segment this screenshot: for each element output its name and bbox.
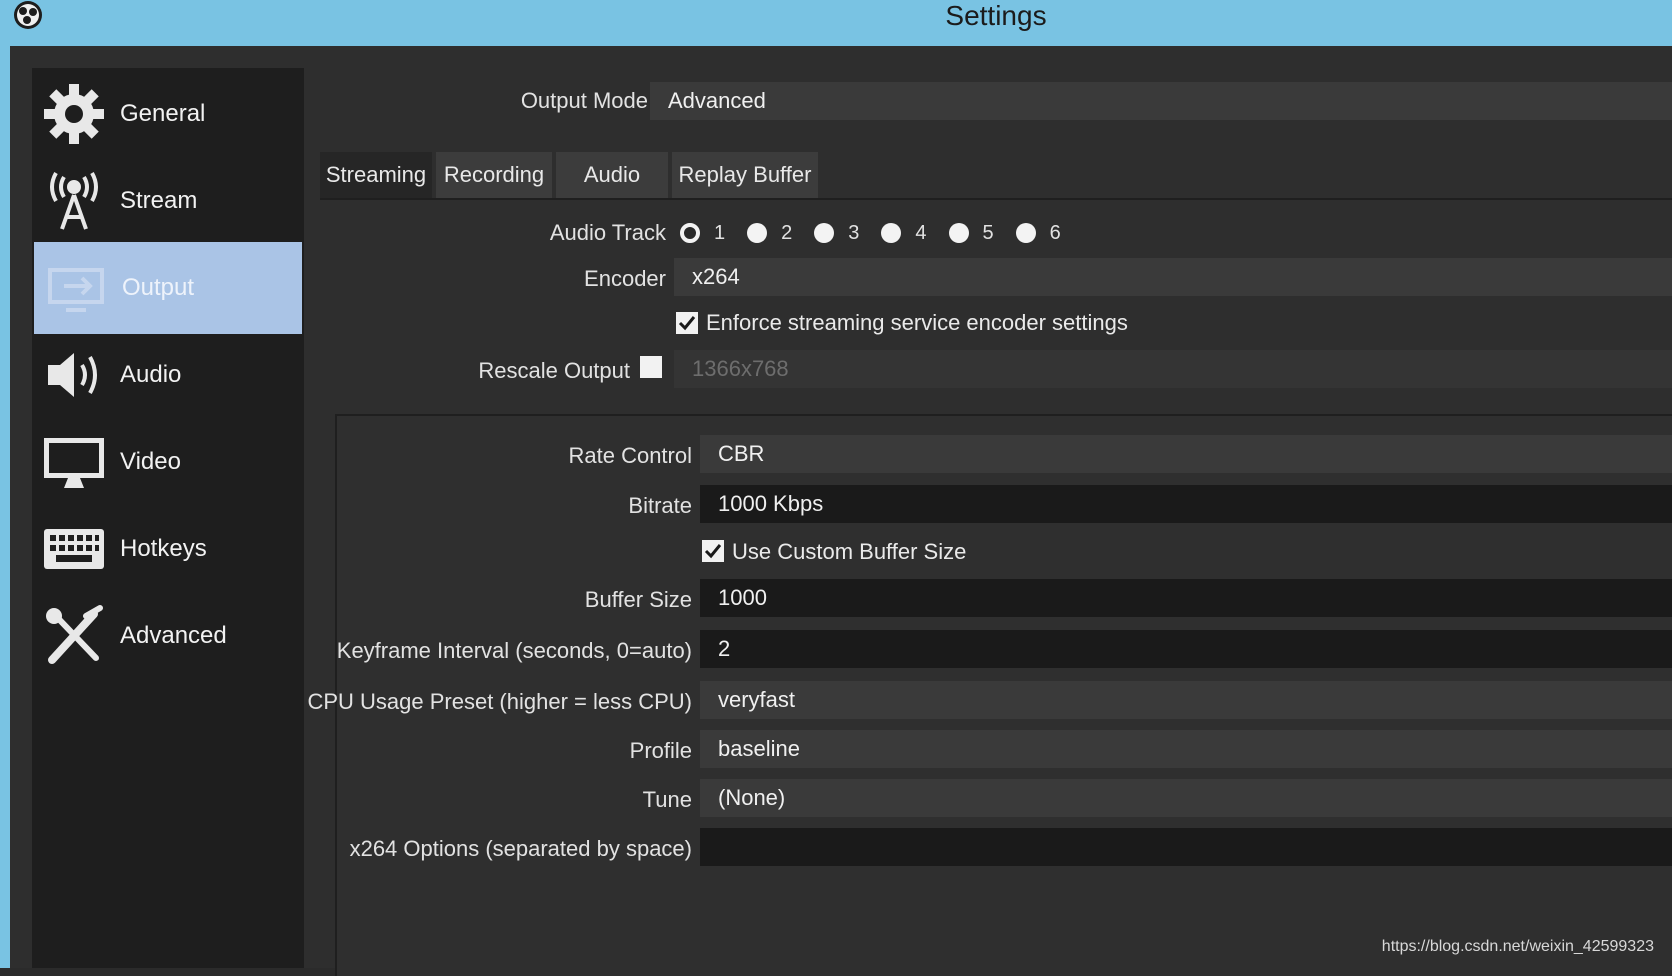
- audio-track-radio-4[interactable]: 4: [881, 222, 927, 245]
- sidebar-item-label: Video: [120, 448, 181, 475]
- bitrate-input[interactable]: 1000 Kbps: [700, 485, 1672, 523]
- gear-icon: [38, 78, 110, 150]
- tools-icon: [38, 600, 110, 672]
- sidebar-item-audio[interactable]: Audio: [32, 329, 304, 421]
- sidebar-item-advanced[interactable]: Advanced: [32, 590, 304, 682]
- window-title: Settings: [945, 0, 1047, 31]
- audio-track-radio-6[interactable]: 6: [1015, 222, 1061, 245]
- encoder-label: Encoder: [584, 266, 666, 291]
- audio-track-radio-group: 1 2 3 4 5 6: [680, 218, 1083, 248]
- audio-track-radio-5[interactable]: 5: [948, 222, 994, 245]
- sidebar-item-label: Hotkeys: [120, 535, 207, 562]
- output-settings-panel: Output Mode Advanced Streaming Recording…: [307, 46, 1672, 976]
- custom-buffer-checkbox[interactable]: [702, 540, 724, 562]
- sidebar-item-label: Audio: [120, 361, 182, 388]
- tab-divider: [320, 198, 1672, 200]
- sidebar-item-hotkeys[interactable]: Hotkeys: [32, 503, 304, 595]
- antenna-icon: [38, 165, 110, 237]
- sidebar-item-label: Output: [122, 274, 195, 301]
- rate-control-select[interactable]: CBR: [700, 435, 1672, 473]
- sidebar-item-video[interactable]: Video: [32, 416, 304, 508]
- tab-streaming[interactable]: Streaming: [320, 152, 432, 198]
- keyboard-icon: [38, 513, 110, 585]
- sidebar-item-label: Advanced: [120, 622, 227, 649]
- tab-audio[interactable]: Audio: [556, 152, 668, 198]
- rate-control-label: Rate Control: [568, 443, 692, 468]
- output-mode-select[interactable]: Advanced: [650, 82, 1672, 120]
- settings-sidebar: General Stream Output Audio Video Hotkey…: [32, 68, 304, 968]
- cpu-preset-label: CPU Usage Preset (higher = less CPU): [307, 689, 692, 714]
- output-icon: [40, 252, 112, 324]
- custom-buffer-label: Use Custom Buffer Size: [732, 539, 967, 564]
- title-bar: Settings: [0, 0, 1672, 46]
- bitrate-label: Bitrate: [628, 493, 692, 518]
- audio-track-radio-1[interactable]: 1: [680, 222, 725, 245]
- buffer-size-label: Buffer Size: [584, 587, 692, 612]
- tab-recording[interactable]: Recording: [436, 152, 552, 198]
- rescale-output-label: Rescale Output: [478, 358, 630, 383]
- output-mode-label: Output Mode: [520, 88, 648, 113]
- tune-label: Tune: [642, 787, 692, 812]
- cpu-preset-select[interactable]: veryfast: [700, 681, 1672, 719]
- encoder-select[interactable]: x264: [674, 258, 1672, 296]
- watermark-text: https://blog.csdn.net/weixin_42599323: [1381, 938, 1654, 955]
- speaker-icon: [38, 339, 110, 411]
- audio-track-radio-3[interactable]: 3: [814, 222, 859, 245]
- monitor-icon: [38, 426, 110, 498]
- rescale-resolution-select[interactable]: 1366x768: [674, 350, 1672, 388]
- window-border: [0, 46, 10, 968]
- rescale-checkbox[interactable]: [640, 356, 662, 378]
- tab-replay-buffer[interactable]: Replay Buffer: [672, 152, 818, 198]
- sidebar-item-output[interactable]: Output: [34, 242, 302, 334]
- sidebar-item-label: General: [120, 100, 206, 127]
- profile-label: Profile: [629, 738, 692, 763]
- settings-window: General Stream Output Audio Video Hotkey…: [10, 46, 1672, 976]
- sidebar-item-stream[interactable]: Stream: [32, 155, 304, 247]
- keyframe-interval-label: Keyframe Interval (seconds, 0=auto): [336, 638, 692, 663]
- enforce-label: Enforce streaming service encoder settin…: [706, 310, 1128, 335]
- sidebar-item-label: Stream: [120, 187, 198, 214]
- tune-select[interactable]: (None): [700, 779, 1672, 817]
- x264-options-input[interactable]: [700, 828, 1672, 866]
- profile-select[interactable]: baseline: [700, 730, 1672, 768]
- audio-track-radio-2[interactable]: 2: [747, 222, 792, 245]
- sidebar-item-general[interactable]: General: [32, 68, 304, 160]
- enforce-checkbox[interactable]: [676, 312, 698, 334]
- buffer-size-input[interactable]: 1000: [700, 579, 1672, 617]
- keyframe-interval-input[interactable]: 2: [700, 630, 1672, 668]
- audio-track-label: Audio Track: [549, 220, 666, 245]
- x264-options-label: x264 Options (separated by space): [349, 836, 692, 861]
